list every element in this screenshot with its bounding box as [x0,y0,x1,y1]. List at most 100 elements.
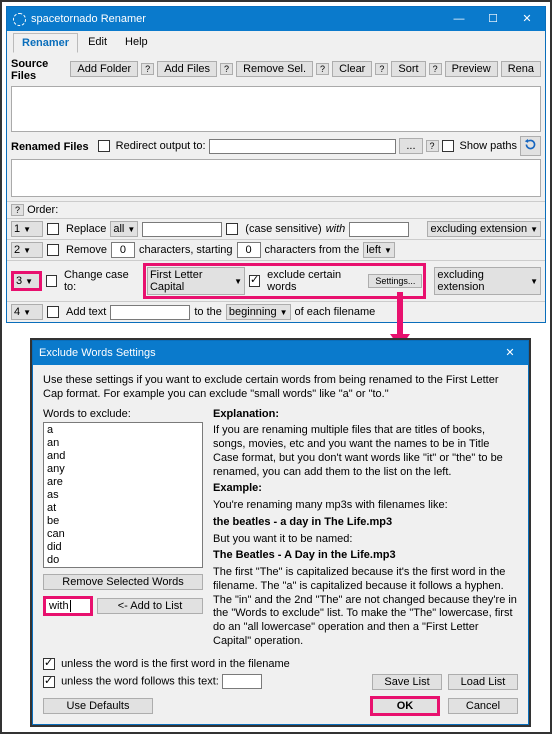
tab-renamer[interactable]: Renamer [13,33,78,53]
remove-sel-button[interactable]: Remove Sel. [236,61,313,77]
maximize-button[interactable]: ☐ [476,8,510,30]
case-sensitive-label: (case sensitive) [245,223,321,235]
remove-selected-button[interactable]: Remove Selected Words [43,574,203,590]
list-item[interactable]: are [47,476,199,489]
case-sensitive-checkbox[interactable] [226,223,238,235]
rule-1: 1▼ Replace all▼ (case sensitive) with ex… [7,218,545,239]
list-item[interactable]: did [47,541,199,554]
help-icon[interactable]: ? [220,63,233,75]
order-select[interactable]: 1▼ [11,221,43,237]
exclude-words-checkbox[interactable] [249,275,260,287]
words-list[interactable]: aanandanyareasatbecandiddofor [43,422,203,568]
explanation-body: If you are renaming multiple files that … [213,424,518,479]
preview-button[interactable]: Preview [445,61,498,77]
redirect-checkbox[interactable] [98,140,110,152]
replace-checkbox[interactable] [47,223,59,235]
with-label: with [326,223,346,235]
example-line4: The Beatles - A Day in the Life.mp3 [213,549,396,561]
list-item[interactable]: an [47,437,199,450]
redirect-path-input[interactable] [209,139,397,154]
close-button[interactable]: ✕ [510,8,544,30]
list-item[interactable]: for [47,567,199,568]
renamed-files-list[interactable] [11,159,541,197]
example-line3: But you want it to be named: [213,533,518,547]
use-defaults-button[interactable]: Use Defaults [43,698,153,714]
rule-3: 3▼ Change case to: First Letter Capital▼… [7,260,545,301]
list-item[interactable]: can [47,528,199,541]
change-case-checkbox[interactable] [46,275,57,287]
remove-label: Remove [66,244,107,256]
add-files-button[interactable]: Add Files [157,61,217,77]
tab-edit[interactable]: Edit [80,33,115,53]
order-select[interactable]: 2▼ [11,242,43,258]
order-select[interactable]: 3▼ [11,271,42,291]
change-case-label: Change case to: [64,269,139,293]
help-icon[interactable]: ? [375,63,388,75]
dialog-close-button[interactable]: ✕ [493,342,527,364]
redirect-label: Redirect output to: [116,140,206,152]
rule-2: 2▼ Remove 0 characters, starting 0 chara… [7,239,545,260]
add-text-checkbox[interactable] [47,306,59,318]
add-to-list-button[interactable]: <- Add to List [97,598,203,614]
unless-follows-input[interactable] [222,674,262,689]
ok-button[interactable]: OK [370,696,440,716]
unless-first-word-checkbox[interactable] [43,658,55,670]
add-text-label: Add text [66,306,106,318]
list-item[interactable]: and [47,450,199,463]
left-right-select[interactable]: left▼ [363,242,395,258]
replace-all-select[interactable]: all▼ [110,221,138,237]
extension-select[interactable]: excluding extension▼ [427,221,541,237]
example-line1: You're renaming many mp3s with filenames… [213,499,518,513]
unless-follows-label: unless the word follows this text: [61,676,219,688]
case-type-select[interactable]: First Letter Capital▼ [147,267,245,295]
help-icon[interactable]: ? [11,204,24,216]
cancel-button[interactable]: Cancel [448,698,518,714]
load-list-button[interactable]: Load List [448,674,518,690]
order-select[interactable]: 4▼ [11,304,43,320]
rule-4: 4▼ Add text to the beginning▼ of each fi… [7,301,545,322]
sort-button[interactable]: Sort [391,61,425,77]
remove-checkbox[interactable] [47,244,59,256]
list-item[interactable]: do [47,554,199,567]
dialog-title: Exclude Words Settings [39,347,493,359]
refresh-button[interactable] [520,136,541,156]
remove-n-input[interactable]: 0 [111,242,135,258]
show-paths-checkbox[interactable] [442,140,454,152]
tab-help[interactable]: Help [117,33,156,53]
example-heading: Example: [213,482,262,494]
replace-src-input[interactable] [142,222,222,237]
renamed-files-label: Renamed Files [11,138,95,154]
clear-button[interactable]: Clear [332,61,372,77]
list-item[interactable]: any [47,463,199,476]
help-icon[interactable]: ? [426,140,439,152]
tothe-label: to the [194,306,222,318]
list-item[interactable]: be [47,515,199,528]
example-line5: The first "The" is capitalized because i… [213,566,518,649]
dialog-titlebar: Exclude Words Settings ✕ [33,341,528,365]
position-select[interactable]: beginning▼ [226,304,291,320]
source-files-list[interactable] [11,86,541,132]
unless-first-word-label: unless the word is the first word in the… [61,658,290,670]
extension-select[interactable]: excluding extension▼ [434,267,541,295]
list-item[interactable]: as [47,489,199,502]
unless-follows-checkbox[interactable] [43,676,55,688]
change-case-group: First Letter Capital▼ exclude certain wo… [143,263,426,299]
help-icon[interactable]: ? [429,63,442,75]
add-folder-button[interactable]: Add Folder [70,61,138,77]
example-line2: the beatles - a day in The Life.mp3 [213,516,392,528]
minimize-button[interactable]: ― [442,8,476,30]
settings-button[interactable]: Settings... [368,274,422,288]
show-paths-label: Show paths [460,140,517,152]
add-text-input[interactable] [110,305,190,320]
help-icon[interactable]: ? [141,63,154,75]
browse-button[interactable]: ... [399,138,422,154]
list-item[interactable]: at [47,502,199,515]
dialog-intro: Use these settings if you want to exclud… [43,373,518,402]
help-icon[interactable]: ? [316,63,329,75]
rename-button[interactable]: Rena [501,61,541,77]
list-item[interactable]: a [47,424,199,437]
replace-dst-input[interactable] [349,222,409,237]
add-word-input[interactable]: with [43,596,93,616]
remove-start-input[interactable]: 0 [237,242,261,258]
save-list-button[interactable]: Save List [372,674,442,690]
